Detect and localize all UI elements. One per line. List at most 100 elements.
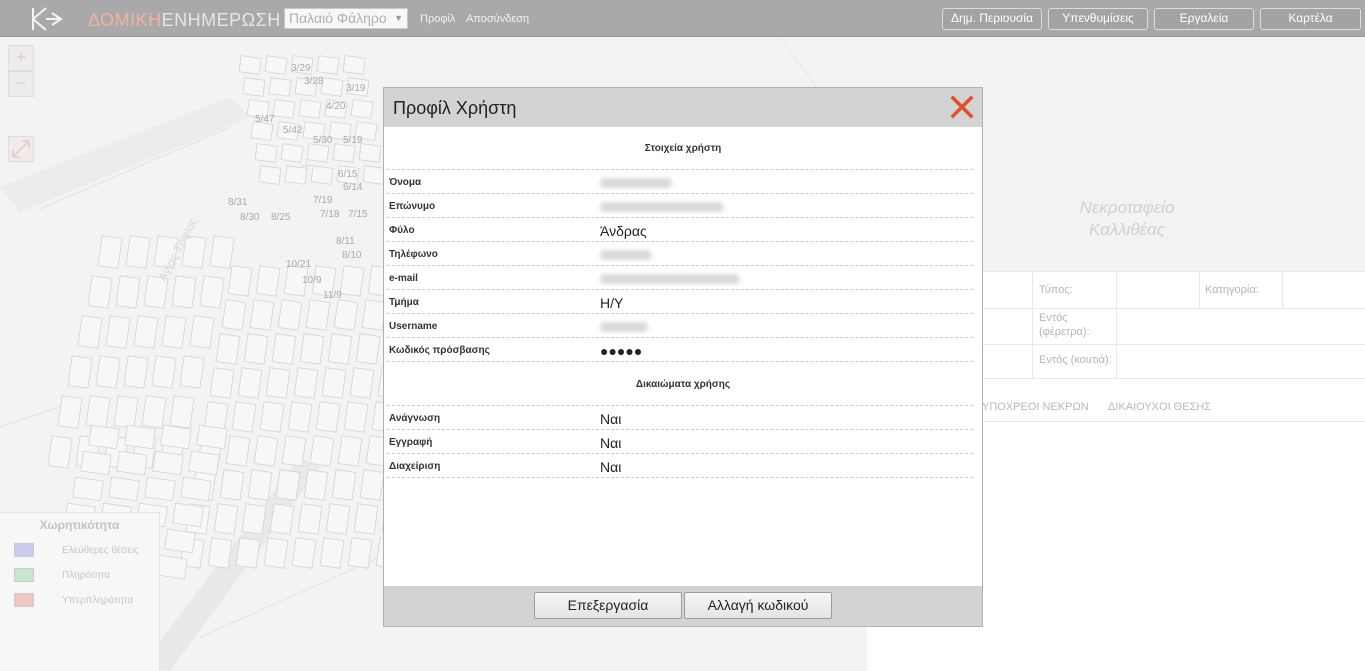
grave-plot[interactable]: [320, 77, 344, 97]
grave-plot[interactable]: [263, 537, 289, 569]
grave-plot[interactable]: [319, 537, 345, 569]
grave-plot[interactable]: [180, 476, 212, 502]
grave-plot[interactable]: [298, 99, 322, 119]
grave-plot[interactable]: [275, 469, 301, 501]
grave-plot[interactable]: [353, 503, 379, 535]
grave-plot[interactable]: [349, 367, 375, 399]
grave-plot[interactable]: [268, 77, 292, 97]
grave-plot[interactable]: [207, 537, 233, 569]
grave-plot[interactable]: [124, 424, 156, 450]
grave-plot[interactable]: [57, 395, 83, 429]
grave-plot[interactable]: [169, 395, 195, 429]
grave-plot[interactable]: [231, 401, 257, 433]
grave-plot[interactable]: [235, 537, 261, 569]
grave-plot[interactable]: [156, 554, 188, 580]
grave-plot[interactable]: [123, 355, 149, 389]
grave-plot[interactable]: [332, 143, 356, 163]
grave-plot[interactable]: [209, 235, 235, 269]
grave-plot[interactable]: [125, 235, 151, 269]
grave-plot[interactable]: [80, 450, 112, 476]
grave-plot[interactable]: [179, 355, 205, 389]
grave-plot[interactable]: [305, 299, 331, 331]
grave-plot[interactable]: [293, 367, 319, 399]
grave-plot[interactable]: [72, 476, 104, 502]
grave-plot[interactable]: [215, 333, 241, 365]
grave-plot[interactable]: [243, 333, 269, 365]
grave-plot[interactable]: [108, 476, 140, 502]
grave-plot[interactable]: [309, 435, 335, 467]
grave-plot[interactable]: [343, 401, 369, 433]
grave-plot[interactable]: [219, 469, 245, 501]
grave-plot[interactable]: [333, 299, 359, 331]
grave-plot[interactable]: [97, 235, 123, 269]
grave-plot[interactable]: [264, 55, 288, 75]
grave-plot[interactable]: [171, 275, 197, 309]
grave-plot[interactable]: [327, 333, 353, 365]
grave-plot[interactable]: [254, 143, 278, 163]
grave-plot[interactable]: [87, 275, 113, 309]
grave-plot[interactable]: [265, 367, 291, 399]
grave-plot[interactable]: [88, 424, 120, 450]
grave-plot[interactable]: [277, 299, 303, 331]
grave-plot[interactable]: [116, 450, 148, 476]
grave-plot[interactable]: [339, 265, 365, 297]
grave-plot[interactable]: [242, 77, 266, 97]
grave-plot[interactable]: [258, 165, 282, 185]
grave-plot[interactable]: [67, 355, 93, 389]
grave-plot[interactable]: [259, 401, 285, 433]
grave-plot[interactable]: [350, 99, 374, 119]
grave-plot[interactable]: [253, 435, 279, 467]
grave-plot[interactable]: [316, 55, 340, 75]
grave-plot[interactable]: [77, 315, 103, 349]
grave-plot[interactable]: [359, 469, 385, 501]
fullscreen-button[interactable]: [8, 136, 34, 162]
grave-plot[interactable]: [241, 503, 267, 535]
grave-plot[interactable]: [152, 450, 184, 476]
zoom-in-button[interactable]: +: [8, 45, 34, 71]
grave-plot[interactable]: [299, 333, 325, 365]
grave-plot[interactable]: [160, 424, 192, 450]
grave-plot[interactable]: [115, 275, 141, 309]
grave-plot[interactable]: [342, 55, 366, 75]
grave-plot[interactable]: [237, 367, 263, 399]
edit-button[interactable]: Επεξεργασία: [534, 592, 682, 619]
tab-obligated[interactable]: ΥΠΟΧΡΕΟΙ ΝΕΚΡΩΝ: [982, 401, 1089, 413]
grave-plot[interactable]: [249, 299, 275, 331]
tools-button[interactable]: Εργαλεία: [1154, 8, 1254, 30]
grave-plot[interactable]: [247, 469, 273, 501]
grave-plot[interactable]: [85, 395, 111, 429]
close-icon[interactable]: [950, 95, 974, 119]
grave-plot[interactable]: [161, 315, 187, 349]
grave-plot[interactable]: [172, 502, 204, 528]
reminders-button[interactable]: Υπενθυμίσεις: [1048, 8, 1148, 30]
grave-plot[interactable]: [255, 265, 281, 297]
grave-plot[interactable]: [227, 265, 253, 297]
grave-plot[interactable]: [95, 355, 121, 389]
grave-plot[interactable]: [209, 367, 235, 399]
logo-icon[interactable]: [30, 6, 64, 32]
grave-plot[interactable]: [297, 503, 323, 535]
grave-plot[interactable]: [141, 395, 167, 429]
grave-plot[interactable]: [321, 367, 347, 399]
grave-plot[interactable]: [221, 299, 247, 331]
grave-plot[interactable]: [144, 476, 176, 502]
grave-plot[interactable]: [271, 333, 297, 365]
grave-plot[interactable]: [113, 395, 139, 429]
grave-plot[interactable]: [133, 315, 159, 349]
grave-plot[interactable]: [355, 333, 381, 365]
grave-plot[interactable]: [105, 315, 131, 349]
grave-plot[interactable]: [225, 435, 251, 467]
profile-link[interactable]: Προφίλ: [420, 13, 455, 25]
grave-plot[interactable]: [199, 275, 225, 309]
change-password-button[interactable]: Αλλαγή κωδικού: [684, 592, 832, 619]
grave-plot[interactable]: [269, 503, 295, 535]
grave-plot[interactable]: [287, 401, 313, 433]
grave-plot[interactable]: [310, 165, 334, 185]
grave-plot[interactable]: [189, 315, 215, 349]
grave-plot[interactable]: [337, 435, 363, 467]
grave-plot[interactable]: [362, 165, 386, 185]
grave-plot[interactable]: [151, 355, 177, 389]
grave-plot[interactable]: [188, 450, 220, 476]
grave-plot[interactable]: [213, 503, 239, 535]
location-select[interactable]: Παλαιό Φάληρο ▼: [284, 8, 408, 29]
